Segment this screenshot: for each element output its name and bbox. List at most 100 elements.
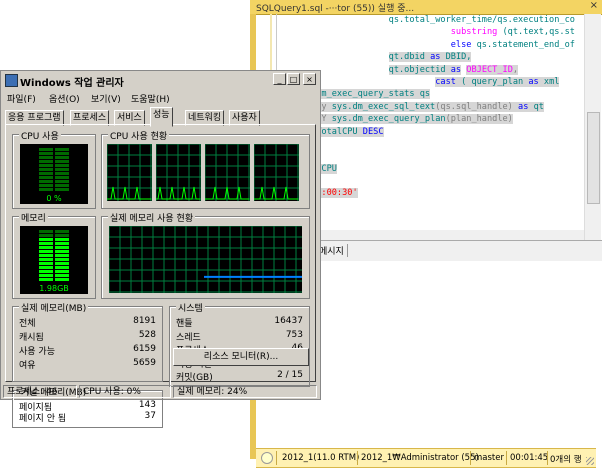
physical-row-label: 여유 (19, 361, 36, 371)
code-line[interactable]: OM sys.dm_exec_query_stats qs (280, 88, 584, 100)
status-user: 2012_1₩Administrator (55) (361, 453, 479, 463)
status-rows: 0개의 행 (550, 455, 582, 465)
memory-label: 메모리 (19, 211, 48, 224)
physical-row-value: 6159 (133, 344, 156, 354)
code-token: qt.dbid (388, 52, 431, 63)
query-editor[interactable]: qs.total_worker_time/qs.execution_co sub… (280, 14, 584, 240)
code-token: xml (538, 76, 560, 87)
meter-segment (55, 234, 69, 237)
code-line[interactable]: oss apply sys.dm_exec_sql_text(qs.sql_ha… (280, 101, 584, 113)
code-line[interactable]: le #tempCPU (280, 163, 584, 175)
resource-monitor-button[interactable]: 리소스 모니터(R)... (173, 348, 309, 366)
scrollbar-thumb[interactable] (587, 112, 600, 204)
document-tab-title: SQLQuery1.sql -···tor (55)) 실행 중... (256, 4, 415, 14)
meter-segment (39, 156, 53, 159)
tab-strip: 응용 프로그램 프로세스 서비스 성능 네트워킹 사용자 (5, 107, 317, 127)
cpu-usage-group: CPU 사용 0 % (12, 129, 96, 209)
meter-segment (55, 242, 69, 245)
physical-memory-label: 실제 메모리(MB) (19, 301, 89, 314)
code-token: DBID, (440, 52, 472, 63)
menu-bar: 파일(F) 옵션(O) 보기(V) 도움말(H) (1, 90, 320, 106)
meter-segment (55, 266, 69, 269)
menu-file[interactable]: 파일(F) (7, 92, 36, 105)
editor-horizontal-scrollbar[interactable] (300, 230, 584, 240)
code-token: as (518, 101, 529, 112)
code-line[interactable]: substring (qt.text,qs.st (280, 26, 584, 38)
code-line[interactable]: qt.dbid as DBID, (280, 51, 584, 63)
meter-segment (39, 180, 53, 183)
menu-options[interactable]: 옵션(O) (49, 92, 80, 105)
maximize-button[interactable]: □ (287, 73, 300, 85)
menu-view[interactable]: 보기(V) (91, 92, 121, 105)
code-token: sys.dm_exec_query_plan (331, 114, 446, 125)
meter-segment (39, 266, 53, 269)
physical-memory-group: 실제 메모리(MB) 전체 8191 캐시됨 528 사용 가능 6159 여유 5659 (12, 301, 163, 382)
cpu-core-graph (205, 144, 250, 201)
code-token: sys.dm_exec_sql_text (331, 101, 436, 112)
meter-segment (39, 184, 53, 187)
memory-usage-value: 1.98GB (39, 284, 69, 293)
code-token: qt.objectid (388, 64, 451, 75)
meter-segment (55, 188, 69, 191)
memory-history-graph (109, 226, 302, 293)
query-status-bar: 2012_1(11.0 RTM) 2012_1₩Administrator (5… (256, 448, 596, 468)
close-icon[interactable]: × (590, 0, 598, 11)
code-line[interactable]: qs.total_worker_time/qs.execution_co (280, 14, 584, 26)
window-title: Windows 작업 관리자 (20, 78, 124, 89)
system-row-value: 16437 (274, 316, 303, 326)
code-line[interactable]: cast ( query_plan as xml (280, 76, 584, 88)
code-line[interactable]: DER BY TotalCPU DESC (280, 126, 584, 138)
code-line[interactable]: OSS APPLY sys.dm_exec_query_plan(plan_ha… (280, 113, 584, 125)
code-token: TotalCPU (316, 126, 363, 137)
meter-segment (55, 148, 69, 151)
physical-row-value: 528 (138, 330, 156, 340)
meter-segment (39, 164, 53, 167)
status-physical-memory: 실제 메모리: 24% (173, 385, 317, 398)
close-button[interactable]: × (303, 73, 316, 85)
title-bar[interactable]: Windows 작업 관리자 _ □ × (1, 71, 320, 89)
kernel-row-value: 37 (144, 411, 156, 421)
physical-row-label: 캐시됨 (19, 333, 44, 343)
performance-panel: CPU 사용 0 % CPU 사용 현황 메모리 1.98GB 실제 메모리 사… (5, 124, 316, 428)
meter-segment (39, 262, 53, 265)
code-line[interactable]: delay '0:00:30' (280, 187, 584, 199)
meter-segment (55, 168, 69, 171)
code-line[interactable] (280, 138, 584, 150)
meter-segment (55, 270, 69, 273)
code-line[interactable]: else qs.statement_end_of (280, 39, 584, 51)
code-line[interactable] (280, 150, 584, 162)
code-token: (qs.sql_handle) (435, 101, 519, 112)
code-token: DESC (362, 126, 384, 137)
status-ok-icon (261, 452, 273, 464)
minimize-button[interactable]: _ (273, 73, 286, 85)
meter-segment (55, 262, 69, 265)
code-token: qs.total_worker_time/qs.execution_co (388, 15, 575, 25)
meter-segment (39, 250, 53, 253)
task-manager-window: Windows 작업 관리자 _ □ × 파일(F) 옵션(O) 보기(V) 도… (0, 70, 321, 428)
code-token: as (430, 52, 441, 63)
tab-performance[interactable]: 성능 (150, 107, 173, 127)
meter-segment (39, 160, 53, 163)
code-line[interactable] (280, 175, 584, 187)
code-token: (plan_handle) (445, 114, 513, 125)
meter-segment (39, 148, 53, 151)
status-cpu-usage: CPU 사용: 0% (79, 385, 171, 398)
document-tab[interactable]: SQLQuery1.sql -···tor (55)) 실행 중... × (250, 0, 602, 15)
meter-segment (55, 238, 69, 241)
meter-segment (39, 258, 53, 261)
code-line[interactable]: qt.objectid as OBJECT_ID, (280, 64, 584, 76)
editor-vertical-scrollbar[interactable] (584, 14, 601, 240)
system-row-label: 핸들 (176, 319, 193, 329)
cpu-usage-label: CPU 사용 (19, 129, 61, 142)
code-token: (qt.text,qs.st (497, 27, 575, 38)
code-token: as (528, 76, 539, 87)
code-token: OBJECT_ID (466, 64, 513, 75)
status-server: 2012_1(11.0 RTM) (282, 453, 360, 463)
meter-segment (39, 168, 53, 171)
resize-grip-icon[interactable] (586, 457, 594, 465)
physical-row-label: 사용 가능 (19, 347, 55, 357)
menu-help[interactable]: 도움말(H) (131, 92, 170, 105)
meter-segment (55, 230, 69, 233)
